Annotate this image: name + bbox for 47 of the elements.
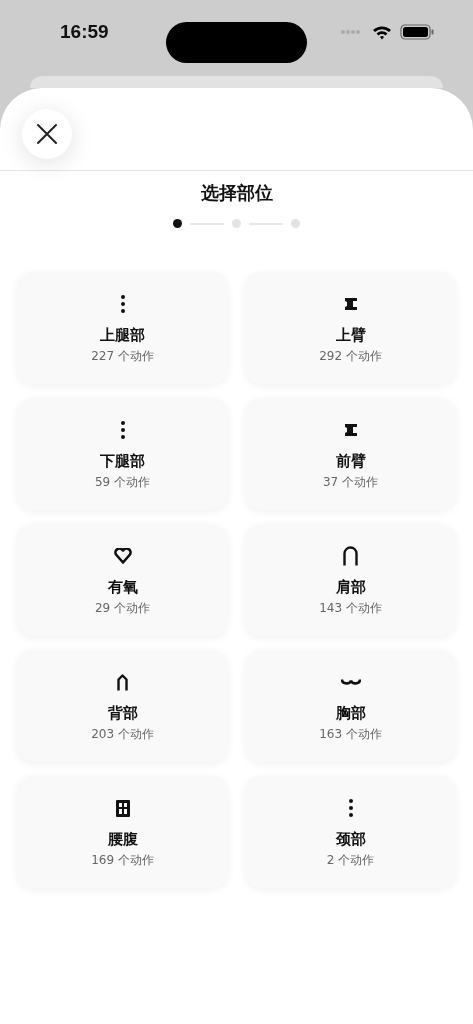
body-part-card[interactable]: 有氧 29 个动作 (17, 524, 228, 636)
exercise-count: 292 个动作 (319, 348, 382, 365)
body-part-card[interactable]: 下腿部 59 个动作 (17, 398, 228, 510)
part-name: 上腿部 (100, 326, 145, 345)
signal-icon (340, 29, 362, 35)
body-part-card[interactable]: 胸部 163 个动作 (245, 650, 456, 762)
body-part-card[interactable]: 颈部 2 个动作 (245, 776, 456, 888)
chest-icon (340, 677, 361, 687)
exercise-count: 203 个动作 (91, 726, 154, 743)
part-name: 上臂 (335, 326, 366, 345)
body-part-card[interactable]: 上腿部 227 个动作 (17, 272, 228, 384)
body-part-card[interactable]: 腰腹 169 个动作 (17, 776, 228, 888)
wifi-icon (372, 24, 392, 40)
pointed-arch-icon (117, 673, 128, 691)
battery-icon (400, 24, 435, 40)
part-name: 肩部 (335, 578, 366, 597)
dots-icon (119, 421, 126, 439)
body-part-card[interactable]: 背部 203 个动作 (17, 650, 228, 762)
exercise-count: 143 个动作 (319, 600, 382, 617)
part-name: 腰腹 (107, 830, 138, 849)
dots-icon (119, 295, 126, 313)
close-icon (36, 123, 58, 145)
exercise-count: 227 个动作 (91, 348, 154, 365)
arch-icon (343, 546, 358, 566)
part-name: 下腿部 (100, 452, 145, 471)
part-name: 胸部 (335, 704, 366, 723)
part-name: 背部 (107, 704, 138, 723)
exercise-count: 37 个动作 (322, 474, 379, 491)
part-name: 前臂 (335, 452, 366, 471)
dots-icon (347, 799, 354, 817)
body-part-card[interactable]: 上臂 292 个动作 (245, 272, 456, 384)
heart-icon (113, 548, 132, 564)
exercise-count: 59 个动作 (94, 474, 151, 491)
dumbbell-icon (344, 298, 357, 310)
close-button[interactable] (22, 109, 72, 159)
body-part-card[interactable]: 肩部 143 个动作 (245, 524, 456, 636)
body-part-card[interactable]: 前臂 37 个动作 (245, 398, 456, 510)
grid-icon (115, 799, 130, 817)
exercise-count: 2 个动作 (326, 852, 375, 869)
dumbbell-icon (344, 424, 357, 436)
status-time: 16:59 (60, 21, 109, 43)
exercise-count: 169 个动作 (91, 852, 154, 869)
part-name: 有氧 (107, 578, 138, 597)
part-name: 颈部 (335, 830, 366, 849)
exercise-count: 163 个动作 (319, 726, 382, 743)
page-title: 选择部位 (199, 181, 274, 205)
exercise-count: 29 个动作 (94, 600, 151, 617)
